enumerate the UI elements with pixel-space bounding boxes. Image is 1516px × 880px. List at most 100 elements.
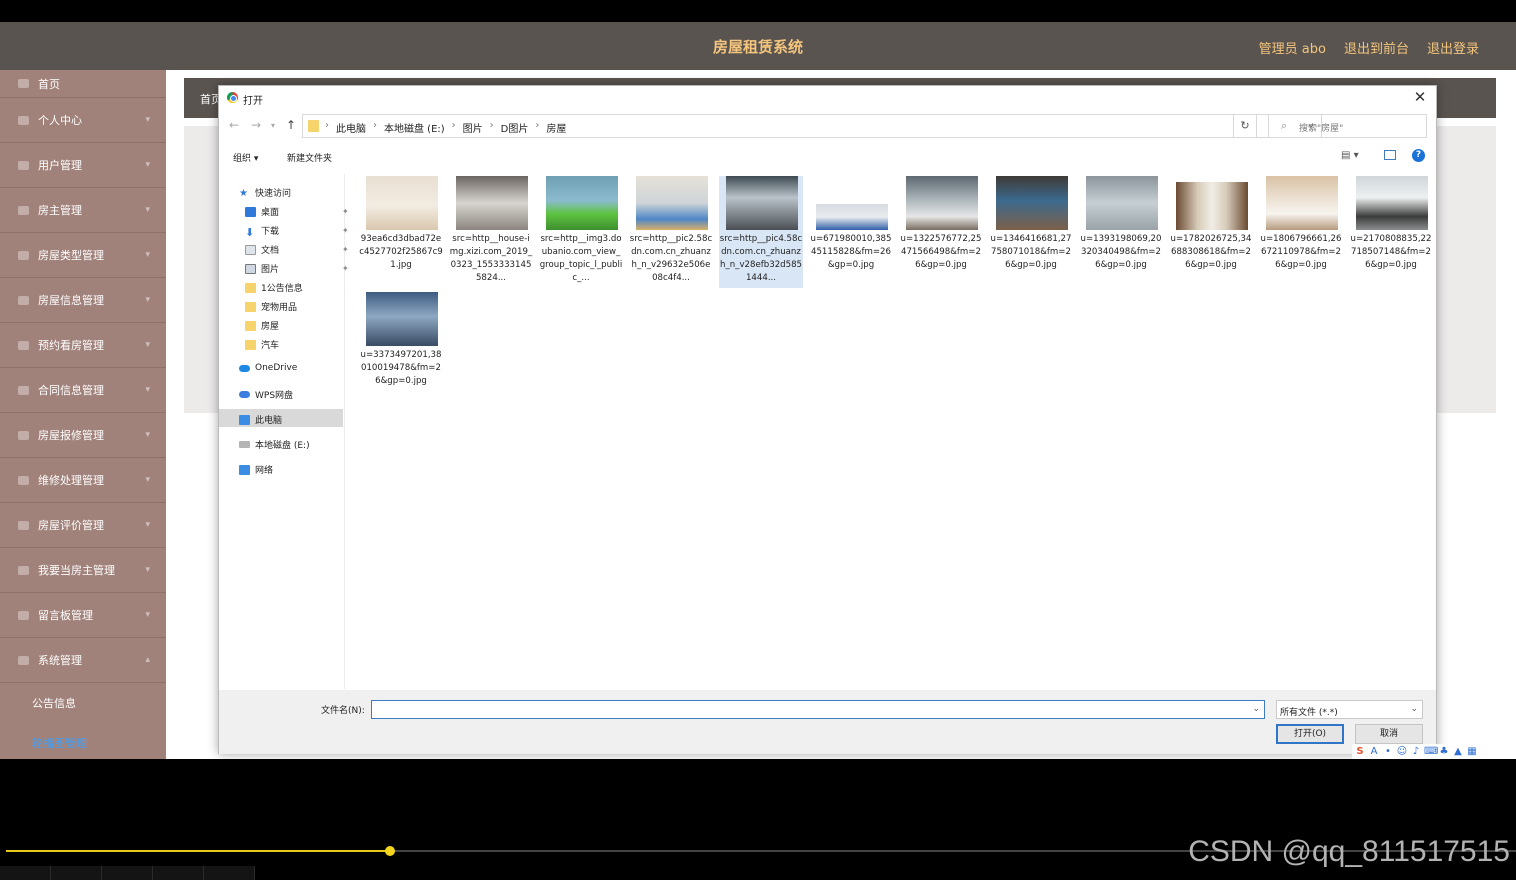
logout-link[interactable]: 退出登录 [1427, 38, 1479, 57]
folder-icon [245, 339, 256, 350]
sidebar-item-maintenance[interactable]: 维修处理管理 ▾ [0, 458, 166, 503]
video-progress-knob[interactable] [385, 846, 395, 856]
back-to-frontend-link[interactable]: 退出到前台 [1344, 38, 1409, 57]
nav-folder-houses[interactable]: 房屋 [245, 319, 279, 332]
search-placeholder: 搜索"房屋" [1299, 124, 1344, 134]
download-icon: ⬇ [245, 225, 255, 239]
sidebar-item-house-types[interactable]: 房屋类型管理 ▾ [0, 233, 166, 278]
file-item[interactable]: src=http__pic2.58cdn.com.cn_zhuanzh_n_v2… [629, 176, 713, 288]
sidebar-item-repairs[interactable]: 房屋报修管理 ▾ [0, 413, 166, 458]
sidebar-item-reviews[interactable]: 房屋评价管理 ▾ [0, 503, 166, 548]
nav-quick-access[interactable]: ★ 快速访问 [239, 186, 291, 200]
file-item[interactable]: u=1322576772,25471566498&fm=26&gp=0.jpg [899, 176, 983, 288]
chart-icon [18, 295, 29, 305]
image-thumbnail [366, 292, 438, 346]
sidebar-sub-carousel[interactable]: 轮播图管理 [0, 723, 166, 759]
filetype-select[interactable]: 所有文件 (*.*) ⌄ [1276, 700, 1423, 719]
nav-pictures[interactable]: 图片 ✦ [245, 262, 349, 275]
chrome-icon [227, 92, 238, 103]
sidebar-item-contracts[interactable]: 合同信息管理 ▾ [0, 368, 166, 413]
sogou-icon[interactable]: S [1354, 746, 1366, 757]
nav-local-disk[interactable]: 本地磁盘 (E:) [239, 438, 310, 451]
dialog-titlebar[interactable]: 打开 ✕ [219, 86, 1436, 110]
nav-wps[interactable]: WPS网盘 [239, 388, 293, 401]
filename-input[interactable]: ⌄ [371, 700, 1265, 719]
chevron-icon: ▾ [145, 430, 150, 440]
nav-network[interactable]: 网络 [239, 463, 273, 476]
image-thumbnail [816, 204, 888, 230]
sidebar-item-landlords[interactable]: 房主管理 ▾ [0, 188, 166, 233]
file-item[interactable]: u=1782026725,34688308618&fm=26&gp=0.jpg [1169, 176, 1253, 288]
sidebar-item-users[interactable]: 用户管理 ▾ [0, 143, 166, 188]
nav-downloads[interactable]: ⬇ 下载 ✦ [245, 224, 349, 239]
file-item[interactable]: u=3373497201,38010019478&fm=26&gp=0.jpg [359, 292, 443, 404]
preview-pane-icon[interactable] [1384, 150, 1396, 160]
chevron-down-icon[interactable]: ⌄ [1252, 704, 1260, 714]
computer-icon [239, 414, 250, 425]
path-segment[interactable]: 本地磁盘 (E:) [384, 120, 445, 135]
forward-arrow-icon[interactable]: → [251, 118, 261, 132]
new-folder-button[interactable]: 新建文件夹 [287, 151, 332, 164]
back-arrow-icon[interactable]: ← [229, 118, 239, 132]
sidebar-item-house-info[interactable]: 房屋信息管理 ▾ [0, 278, 166, 323]
path-segment[interactable]: D图片 [501, 120, 529, 135]
nav-onedrive[interactable]: OneDrive [239, 363, 297, 373]
user-icon [18, 115, 29, 125]
nav-folder-cars[interactable]: 汽车 [245, 338, 279, 351]
path-segment[interactable]: 房屋 [546, 120, 566, 135]
shirt-icon[interactable]: ▲ [1452, 746, 1464, 757]
file-item[interactable]: src=http__img3.doubanio.com_view_group_t… [539, 176, 623, 288]
chevron-icon: ▾ [145, 340, 150, 350]
skin-icon[interactable]: ♣ [1438, 746, 1450, 757]
sidebar-sub-announcements[interactable]: 公告信息 [0, 683, 166, 723]
category-icon [18, 250, 29, 260]
chevron-icon: ▾ [145, 475, 150, 485]
filename-label: 文件名(N): [321, 706, 365, 716]
admin-user-link[interactable]: 管理员 abo [1259, 38, 1326, 57]
sidebar-item-messages[interactable]: 留言板管理 ▾ [0, 593, 166, 638]
chevron-icon: ▾ [145, 115, 150, 125]
language-icon[interactable]: A [1368, 746, 1380, 757]
view-options-icon[interactable]: ▤ ▾ [1341, 150, 1359, 161]
microphone-icon[interactable]: ♪ [1410, 746, 1422, 757]
path-segment[interactable]: 此电脑 [336, 120, 366, 135]
nav-folder-announcements[interactable]: 1公告信息 [245, 281, 303, 294]
nav-documents[interactable]: 文档 ✦ [245, 243, 349, 256]
grid-icon[interactable]: ▦ [1466, 746, 1478, 757]
sidebar-item-become-landlord[interactable]: 我要当房主管理 ▾ [0, 548, 166, 593]
file-item[interactable]: u=1393198069,20320340498&fm=26&gp=0.jpg [1079, 176, 1163, 288]
keyboard-icon[interactable]: ⌨ [1424, 746, 1438, 757]
file-item[interactable]: u=1346416681,27758071018&fm=26&gp=0.jpg [989, 176, 1073, 288]
drive-icon [239, 441, 250, 448]
file-item[interactable]: u=2170808835,22718507148&fm=26&gp=0.jpg [1349, 176, 1433, 288]
file-item[interactable]: u=671980010,38545115828&fm=26&gp=0.jpg [809, 176, 893, 288]
help-icon[interactable]: ? [1412, 149, 1425, 162]
sidebar-item-system[interactable]: 系统管理 ▴ [0, 638, 166, 683]
punctuation-icon[interactable]: • [1382, 746, 1394, 757]
up-arrow-icon[interactable]: ↑ [286, 118, 296, 132]
file-item[interactable]: 93ea6cd3dbad72ec4527702f25867c91.jpg [359, 176, 443, 288]
nav-folder-pets[interactable]: 宠物用品 [245, 300, 297, 313]
recent-dropdown-icon[interactable]: ▾ [271, 121, 275, 130]
image-thumbnail [1356, 176, 1428, 230]
open-button[interactable]: 打开(O) [1276, 724, 1344, 744]
address-bar[interactable]: › 此电脑 › 本地磁盘 (E:) › 图片 › D图片 › 房屋 ⌄ [302, 114, 1322, 138]
path-segment[interactable]: 图片 [463, 120, 483, 135]
nav-desktop[interactable]: 桌面 ✦ [245, 205, 349, 218]
dialog-footer: 文件名(N): ⌄ 所有文件 (*.*) ⌄ 打开(O) 取消 [219, 690, 1436, 754]
nav-this-pc[interactable]: 此电脑 [239, 413, 282, 426]
cancel-button[interactable]: 取消 [1355, 724, 1423, 744]
desktop-icon [245, 206, 256, 217]
refresh-icon[interactable]: ↻ [1233, 114, 1257, 138]
file-item[interactable]: u=1806796661,26672110978&fm=26&gp=0.jpg [1259, 176, 1343, 288]
organize-button[interactable]: 组织 ▾ [233, 151, 258, 164]
file-item-selected[interactable]: src=http__pic4.58cdn.com.cn_zhuanzh_n_v2… [719, 176, 803, 288]
close-icon[interactable]: ✕ [1410, 88, 1430, 106]
sidebar-item-viewings[interactable]: 预约看房管理 ▾ [0, 323, 166, 368]
file-item[interactable]: src=http__house-img.xizi.com_2019_0323_1… [449, 176, 533, 288]
star-icon: ★ [239, 187, 248, 199]
search-input[interactable]: ⌕ 搜索"房屋" [1268, 114, 1427, 138]
sidebar-item-home[interactable]: 首页 [0, 70, 166, 98]
sidebar-item-profile[interactable]: 个人中心 ▾ [0, 98, 166, 143]
emoji-icon[interactable]: ☺ [1396, 746, 1408, 757]
